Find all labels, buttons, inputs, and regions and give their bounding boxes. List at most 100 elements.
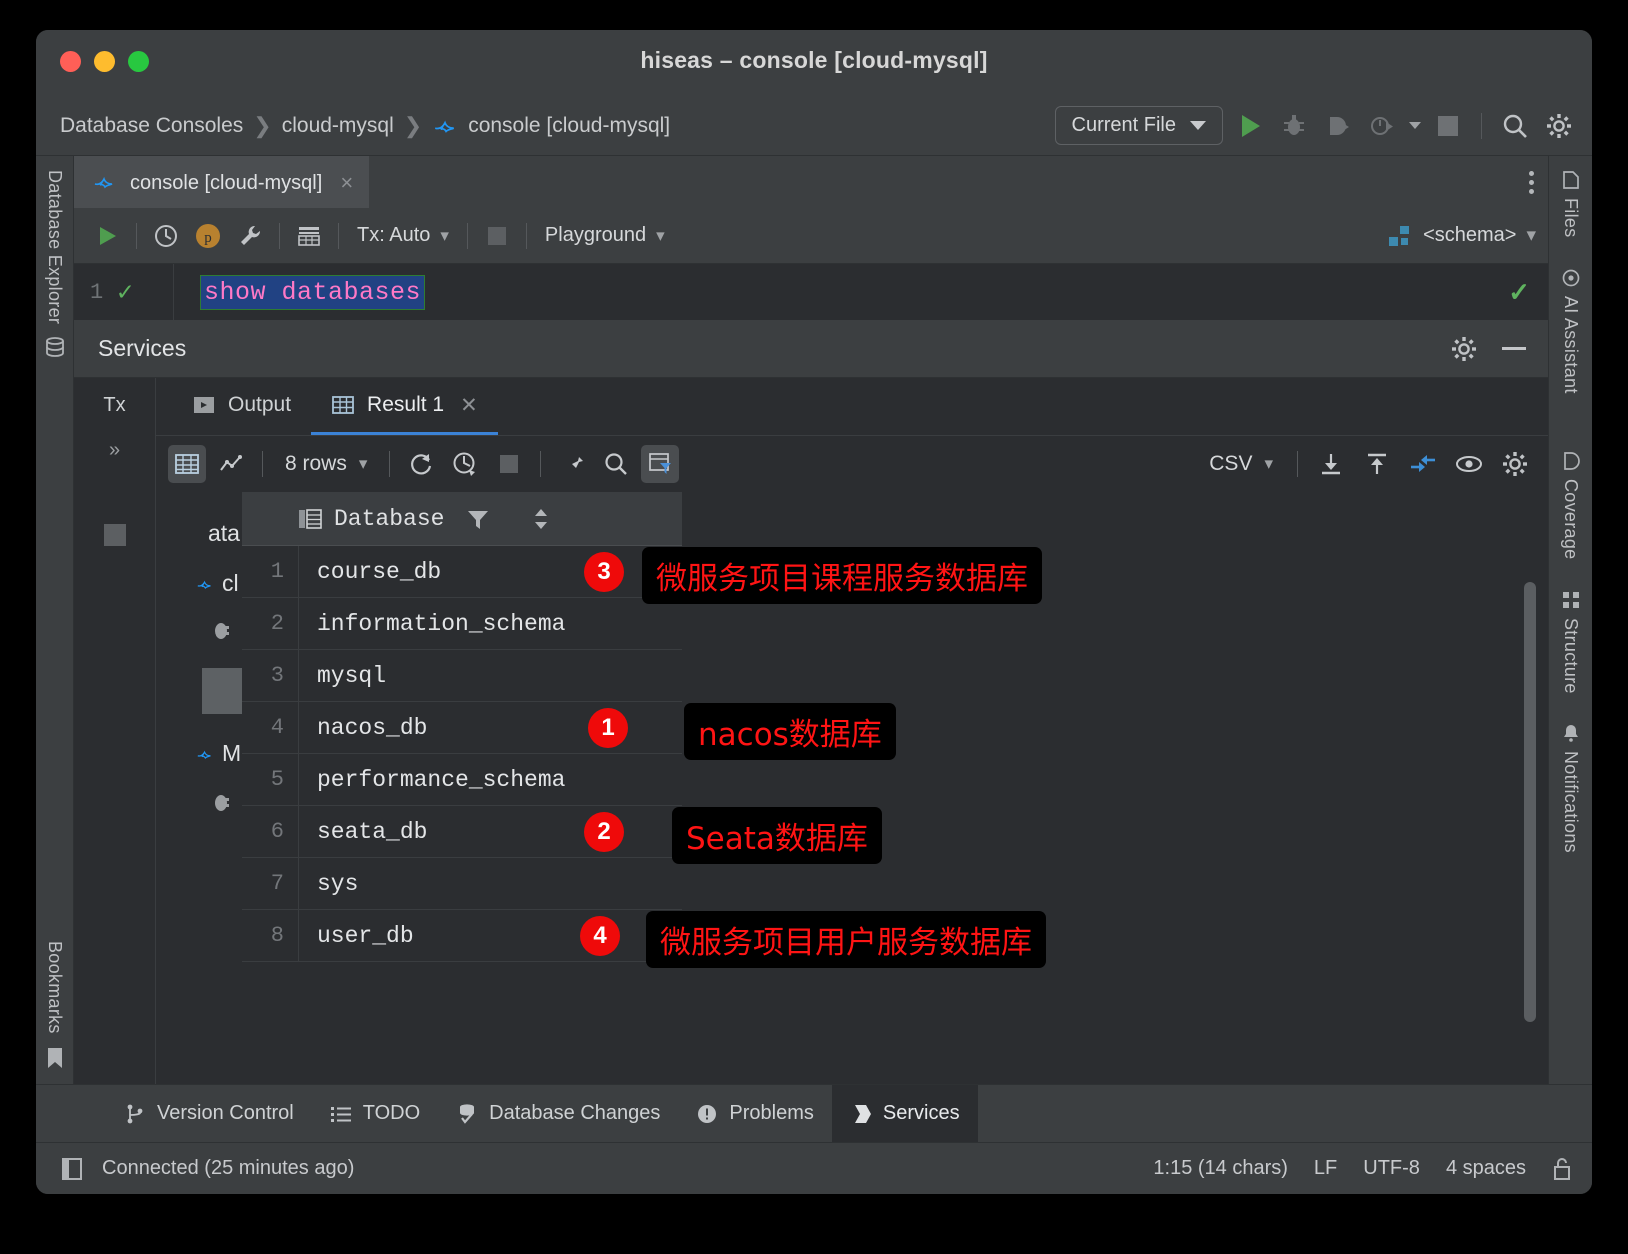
grid-view-icon[interactable] — [168, 445, 206, 483]
sql-statement-text[interactable]: show databases — [200, 274, 426, 310]
table-row[interactable]: 5 performance_schema — [242, 753, 682, 806]
lock-icon[interactable] — [1552, 1156, 1572, 1182]
line-separator[interactable]: LF — [1314, 1157, 1337, 1180]
run-with-coverage-icon[interactable] — [1321, 109, 1355, 143]
annotation-badge: 2 — [584, 812, 624, 852]
chart-view-icon[interactable] — [212, 445, 250, 483]
breadcrumb-item-database-consoles[interactable]: Database Consoles — [60, 114, 243, 138]
schema-scope-label: Playground — [544, 224, 647, 246]
chevron-down-icon[interactable] — [1409, 122, 1421, 129]
ide-widget-icon[interactable] — [60, 1156, 84, 1182]
schema-scope-selector[interactable]: Playground ▾ — [537, 224, 673, 247]
sort-icon[interactable] — [532, 506, 550, 532]
breadcrumb-item-console[interactable]: console [cloud-mysql] — [468, 114, 670, 138]
export-format-selector[interactable]: CSV ▾ — [1199, 452, 1283, 476]
chevron-down-icon[interactable]: ▾ — [1526, 224, 1536, 247]
table-row[interactable]: 7 sys — [242, 857, 682, 910]
pin-icon[interactable] — [553, 445, 591, 483]
tool-window-button-database-changes[interactable]: Database Changes — [438, 1085, 678, 1142]
tool-window-button-todo[interactable]: TODO — [312, 1085, 438, 1142]
debug-icon[interactable] — [1277, 109, 1311, 143]
wrench-icon[interactable] — [231, 217, 269, 255]
gear-icon[interactable] — [1450, 335, 1478, 363]
grid-header-row: Database — [242, 492, 682, 546]
sql-editor[interactable]: 1 ✓ show databases ✓ — [74, 264, 1548, 320]
stop-icon[interactable] — [490, 445, 528, 483]
sidebar-item-bookmarks[interactable]: Bookmarks — [44, 941, 65, 1034]
grid-vertical-scrollbar[interactable] — [1524, 582, 1536, 1022]
table-row[interactable]: 2 information_schema — [242, 597, 682, 650]
connection-status: Connected (25 minutes ago) — [102, 1157, 355, 1179]
filter-icon[interactable] — [641, 445, 680, 483]
sidebar-item-coverage[interactable]: Coverage — [1560, 451, 1581, 560]
profiler-icon[interactable] — [1365, 109, 1399, 143]
eye-icon[interactable] — [1450, 445, 1488, 483]
annotation-badge: 3 — [584, 552, 624, 592]
expand-more-icon[interactable]: » — [109, 439, 120, 462]
explorer-node-mysql[interactable]: M — [196, 740, 241, 767]
close-tab-icon[interactable]: ✕ — [460, 393, 478, 418]
stop-icon[interactable] — [1431, 109, 1465, 143]
cell-database-name[interactable]: mysql — [298, 649, 682, 702]
table-row[interactable]: 3 mysql — [242, 649, 682, 702]
close-tab-icon[interactable]: × — [340, 170, 353, 196]
gear-icon[interactable] — [1496, 445, 1534, 483]
tab-console-cloud-mysql[interactable]: console [cloud-mysql] × — [74, 156, 370, 208]
sidebar-item-ai-assistant[interactable]: AI Assistant — [1560, 268, 1581, 393]
transaction-mode-selector[interactable]: Tx: Auto ▾ — [349, 224, 457, 247]
run-icon[interactable] — [1233, 109, 1267, 143]
compare-icon[interactable] — [1404, 445, 1442, 483]
session-label[interactable]: <schema> — [1423, 224, 1516, 247]
filter-icon[interactable] — [466, 507, 490, 531]
table-icon[interactable] — [290, 217, 328, 255]
more-options-icon[interactable] — [1529, 170, 1534, 194]
caret-position[interactable]: 1:15 (14 chars) — [1153, 1157, 1288, 1180]
explorer-node-schema-icon — [212, 792, 238, 814]
cell-database-name[interactable]: performance_schema — [298, 753, 682, 806]
explorer-selected-node[interactable] — [202, 668, 242, 714]
explorer-node-cloud[interactable]: cl — [196, 570, 239, 597]
cell-database-name[interactable]: seata_db — [298, 805, 682, 858]
cell-database-name[interactable]: course_db — [298, 545, 682, 598]
tx-label[interactable]: Tx — [103, 394, 125, 417]
row-count-selector[interactable]: 8 rows ▾ — [275, 452, 377, 476]
parameters-icon[interactable]: p — [189, 217, 227, 255]
database-explorer-icon — [44, 336, 66, 358]
tool-window-label: Problems — [729, 1102, 814, 1124]
tab-result-1[interactable]: Result 1 ✕ — [311, 378, 498, 435]
tool-window-button-problems[interactable]: Problems — [678, 1085, 831, 1142]
branch-icon — [124, 1103, 146, 1125]
query-time-icon[interactable] — [446, 445, 484, 483]
hide-tool-window-icon[interactable] — [1502, 347, 1526, 350]
sidebar-item-notifications[interactable]: Notifications — [1560, 723, 1581, 853]
stop-icon[interactable] — [478, 217, 516, 255]
reload-icon[interactable] — [402, 445, 440, 483]
settings-icon[interactable] — [1542, 109, 1576, 143]
stop-icon[interactable] — [103, 524, 126, 546]
cell-database-name[interactable]: sys — [298, 857, 682, 910]
tool-window-button-services[interactable]: Services — [831, 1085, 978, 1142]
statement-ok-icon: ✓ — [117, 277, 133, 308]
cell-database-name[interactable]: information_schema — [298, 597, 682, 650]
search-icon[interactable] — [597, 445, 635, 483]
tool-window-button-version-control[interactable]: Version Control — [106, 1085, 312, 1142]
breadcrumb-item-cloud-mysql[interactable]: cloud-mysql — [282, 114, 394, 138]
svg-text:p: p — [204, 230, 212, 246]
sidebar-item-database-explorer[interactable]: Database Explorer — [44, 170, 65, 324]
file-encoding[interactable]: UTF-8 — [1363, 1157, 1420, 1180]
indent-setting[interactable]: 4 spaces — [1446, 1157, 1526, 1180]
right-rail-label: Coverage — [1561, 479, 1581, 560]
cell-database-name[interactable]: user_db — [298, 909, 682, 962]
search-everywhere-icon[interactable] — [1498, 109, 1532, 143]
sidebar-item-files[interactable]: Files — [1560, 170, 1581, 238]
tab-output[interactable]: Output — [172, 378, 311, 435]
result-toolbar: 8 rows ▾ CSV ▾ — [156, 436, 1548, 492]
export-to-file-icon[interactable] — [1312, 445, 1350, 483]
sidebar-item-structure[interactable]: Structure — [1560, 590, 1581, 693]
run-configuration-selector[interactable]: Current File — [1054, 106, 1223, 145]
history-icon[interactable] — [147, 217, 185, 255]
grid-column-header-database[interactable]: Database — [298, 506, 682, 532]
import-from-file-icon[interactable] — [1358, 445, 1396, 483]
editor-code-area[interactable]: show databases ✓ — [174, 264, 1548, 320]
execute-icon[interactable] — [88, 217, 126, 255]
